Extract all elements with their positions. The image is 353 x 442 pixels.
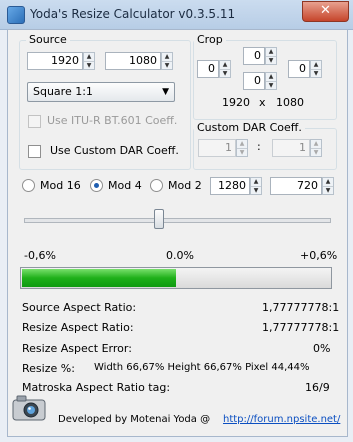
source-height-spinner[interactable]: ▲ ▼ [161, 52, 173, 70]
radio-selected-dot [94, 183, 99, 188]
chevron-down-icon: ▼ [162, 87, 169, 97]
aspect-error-bar-fill [22, 269, 176, 287]
resize-pct-label: Resize %: [22, 362, 75, 375]
spin-down-icon[interactable]: ▼ [266, 82, 276, 90]
source-ar-label: Source Aspect Ratio: [22, 301, 137, 314]
spin-up-icon[interactable]: ▲ [237, 140, 247, 149]
resize-ar-value: 1,77777778:1 [262, 321, 340, 334]
crop-right-input[interactable]: 0 [288, 60, 310, 78]
aspect-error-bar [20, 267, 332, 289]
custom-dar-value1-input[interactable]: 1 [198, 139, 236, 157]
crop-left-input[interactable]: 0 [197, 60, 219, 78]
crop-result-width: 1920 [222, 96, 250, 109]
error-scale-max: +0,6% [300, 249, 338, 262]
itu-checkbox[interactable] [28, 115, 41, 128]
source-group-label: Source [26, 33, 70, 46]
mod4-radio[interactable] [90, 179, 103, 192]
custom-dar-separator: : [257, 140, 261, 153]
window-title: Yoda's Resize Calculator v0.3.5.11 [30, 7, 236, 21]
spin-up-icon[interactable]: ▲ [323, 178, 333, 187]
custom-dar-value1-spinner[interactable]: ▲ ▼ [236, 139, 248, 157]
spin-down-icon[interactable]: ▼ [311, 70, 321, 78]
spin-up-icon[interactable]: ▲ [251, 178, 261, 187]
spin-up-icon[interactable]: ▲ [162, 53, 172, 62]
mkv-value: 16/9 [305, 381, 330, 394]
crop-left-spinner[interactable]: ▲ ▼ [219, 60, 231, 78]
custom-dar-group-label: Custom DAR Coeff. [194, 121, 305, 134]
output-width-input[interactable]: 1280 [210, 177, 250, 195]
custom-dar-value2-spinner[interactable]: ▲ ▼ [310, 139, 322, 157]
crop-right-spinner[interactable]: ▲ ▼ [310, 60, 322, 78]
spin-down-icon[interactable]: ▼ [162, 62, 172, 70]
aspect-ratio-selected: Square 1:1 [33, 85, 93, 98]
spin-down-icon[interactable]: ▼ [323, 187, 333, 195]
spin-down-icon[interactable]: ▼ [237, 149, 247, 157]
crop-result-height: 1080 [276, 96, 304, 109]
mkv-label: Matroska Aspect Ratio tag: [22, 381, 171, 394]
mod2-radio[interactable] [150, 179, 163, 192]
custom-dar-value2-input[interactable]: 1 [272, 139, 310, 157]
title-bar[interactable]: Yoda's Resize Calculator v0.3.5.11 ✕ [0, 0, 353, 30]
custom-dar-checkbox-label: Use Custom DAR Coeff. [50, 144, 179, 157]
developer-credit: Developed by Motenai Yoda @ [58, 414, 211, 425]
mod4-label: Mod 4 [108, 179, 142, 192]
spin-up-icon[interactable]: ▲ [266, 73, 276, 82]
spin-up-icon[interactable]: ▲ [311, 140, 321, 149]
itu-label: Use ITU-R BT.601 Coeff. [47, 114, 178, 127]
spin-up-icon[interactable]: ▲ [220, 61, 230, 70]
crop-bottom-input[interactable]: 0 [243, 72, 265, 90]
spin-up-icon[interactable]: ▲ [266, 48, 276, 57]
mod16-radio[interactable] [22, 179, 35, 192]
error-scale-mid: 0.0% [166, 249, 194, 262]
source-width-spinner[interactable]: ▲ ▼ [83, 52, 95, 70]
crop-top-input[interactable]: 0 [243, 47, 265, 65]
spin-down-icon[interactable]: ▼ [84, 62, 94, 70]
mod16-label: Mod 16 [40, 179, 81, 192]
resize-err-label: Resize Aspect Error: [22, 342, 132, 355]
spin-up-icon[interactable]: ▲ [84, 53, 94, 62]
app-icon [7, 6, 25, 24]
spin-up-icon[interactable]: ▲ [311, 61, 321, 70]
spin-down-icon[interactable]: ▼ [251, 187, 261, 195]
custom-dar-checkbox[interactable] [28, 145, 41, 158]
source-ar-value: 1,77777778:1 [262, 301, 340, 314]
resize-ar-label: Resize Aspect Ratio: [22, 321, 134, 334]
spin-down-icon[interactable]: ▼ [220, 70, 230, 78]
resize-err-value: 0% [313, 342, 331, 355]
mod2-label: Mod 2 [168, 179, 202, 192]
output-width-spinner[interactable]: ▲ ▼ [250, 177, 262, 195]
output-height-spinner[interactable]: ▲ ▼ [322, 177, 334, 195]
resize-slider-thumb[interactable] [154, 209, 164, 229]
crop-top-spinner[interactable]: ▲ ▼ [265, 47, 277, 65]
resize-slider-track[interactable] [24, 218, 331, 223]
crop-result-x: x [259, 96, 266, 109]
aspect-ratio-select[interactable]: Square 1:1 ▼ [27, 82, 175, 102]
camera-icon [12, 394, 46, 422]
error-scale-min: -0,6% [24, 249, 56, 262]
output-height-input[interactable]: 720 [270, 177, 322, 195]
source-width-input[interactable]: 1920 [27, 52, 83, 70]
close-button[interactable]: ✕ [302, 1, 349, 22]
resize-pct-value: Width 66,67% Height 66,67% Pixel 44,44% [94, 362, 310, 373]
spin-down-icon[interactable]: ▼ [266, 57, 276, 65]
crop-group-label: Crop [194, 33, 226, 46]
source-height-input[interactable]: 1080 [105, 52, 161, 70]
spin-down-icon[interactable]: ▼ [311, 149, 321, 157]
crop-bottom-spinner[interactable]: ▲ ▼ [265, 72, 277, 90]
forum-link[interactable]: http://forum.npsite.net/ [223, 414, 340, 425]
